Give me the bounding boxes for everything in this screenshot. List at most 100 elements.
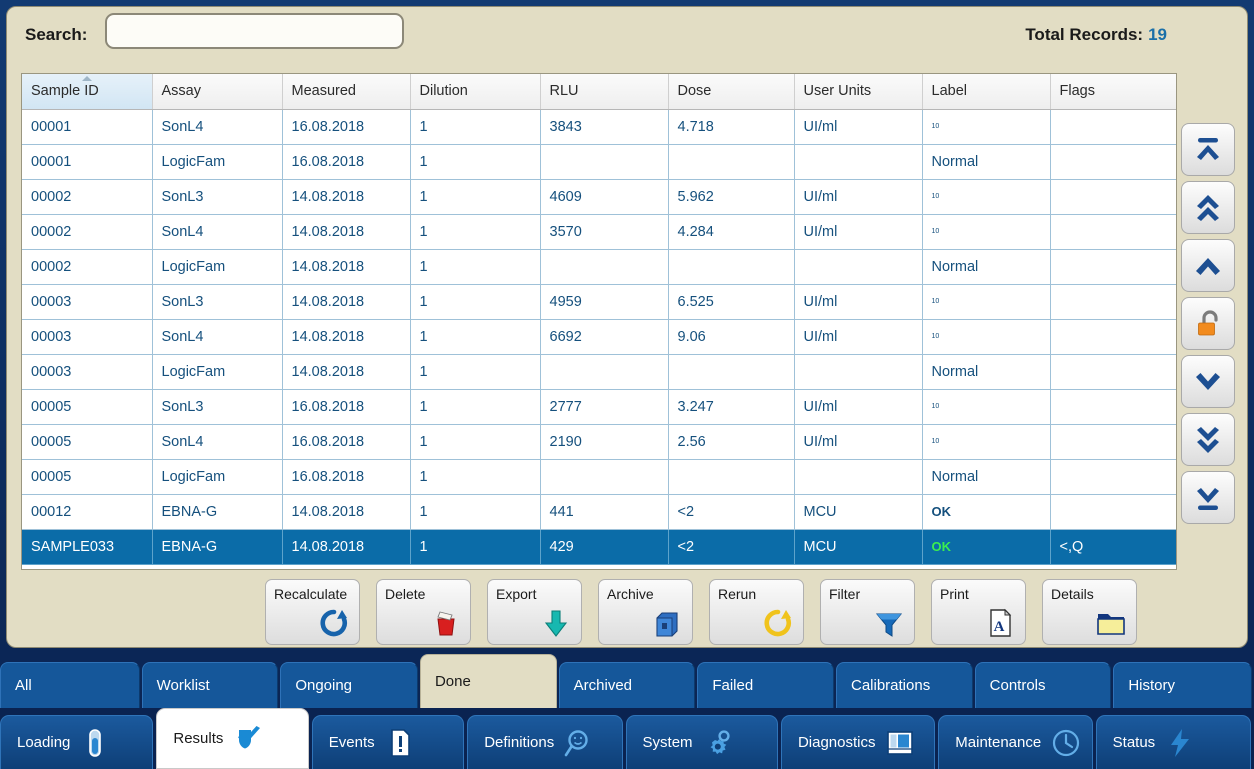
page-up-button[interactable] [1181, 181, 1235, 234]
cell-user-units: MCU [794, 494, 923, 530]
print-button[interactable]: Print A [931, 579, 1026, 645]
filter-tab-archived[interactable]: Archived [558, 662, 696, 708]
cell-sample-id: 00001 [22, 144, 153, 180]
details-button[interactable]: Details [1042, 579, 1137, 645]
cell-sample-id: 00002 [22, 179, 153, 215]
table-row[interactable]: 00001 LogicFam 16.08.2018 1 Normal [22, 144, 1176, 180]
cell-assay: LogicFam [152, 459, 283, 495]
cell-flags [1050, 179, 1176, 215]
column-header-label[interactable]: Label [922, 74, 1051, 110]
table-row[interactable]: 00002 SonL4 14.08.2018 1 3570 4.284 UI/ml 10 [22, 214, 1176, 250]
cell-user-units: UI/ml [794, 109, 923, 145]
main-tab-diagnostics[interactable]: Diagnostics [780, 715, 936, 769]
first-record-button[interactable] [1181, 123, 1235, 176]
rerun-button[interactable]: Rerun [709, 579, 804, 645]
filter-tab-calibrations[interactable]: Calibrations [835, 662, 973, 708]
column-header-dose[interactable]: Dose [668, 74, 795, 110]
cell-measured: 14.08.2018 [282, 319, 411, 355]
table-row[interactable]: 00001 SonL4 16.08.2018 1 3843 4.718 UI/ml 10 [22, 109, 1176, 145]
main-tab-definitions[interactable]: Definitions [467, 715, 623, 769]
column-header-dilution[interactable]: Dilution [410, 74, 541, 110]
column-header-label: Dilution [419, 83, 468, 100]
cell-flags [1050, 249, 1176, 285]
cell-measured: 14.08.2018 [282, 284, 411, 320]
last-record-button[interactable] [1181, 471, 1235, 524]
table-row[interactable]: SAMPLE033 EBNA-G 14.08.2018 1 429 <2 MCU OK <,Q [22, 529, 1176, 565]
cell-dilution: 1 [410, 529, 541, 565]
cell-measured: 16.08.2018 [282, 459, 411, 495]
cell-rlu: 3843 [540, 109, 669, 145]
unlock-button[interactable] [1181, 297, 1235, 350]
filter-tab-history[interactable]: History [1113, 662, 1252, 708]
delete-button[interactable]: Delete [376, 579, 471, 645]
table-row[interactable]: 00005 LogicFam 16.08.2018 1 Normal [22, 459, 1176, 495]
test-tube-icon [80, 728, 110, 758]
cell-assay: EBNA-G [152, 529, 283, 565]
action-button-label: Print [940, 586, 969, 602]
main-tab-events[interactable]: Events [311, 715, 465, 769]
column-header-sample-id[interactable]: Sample ID [22, 74, 153, 110]
previous-record-button[interactable] [1181, 239, 1235, 292]
table-row[interactable]: 00003 LogicFam 14.08.2018 1 Normal [22, 354, 1176, 390]
cell-dilution: 1 [410, 144, 541, 180]
main-navigation-tab-bar: Loading Results Events Definitions System Dia… [0, 708, 1254, 769]
yellow-folder-icon [1094, 606, 1128, 640]
table-row[interactable]: 00005 SonL3 16.08.2018 1 2777 3.247 UI/ml 10 [22, 389, 1176, 425]
export-button[interactable]: Export [487, 579, 582, 645]
table-row[interactable]: 00005 SonL4 16.08.2018 1 2190 2.56 UI/ml 10 [22, 424, 1176, 460]
main-tab-maintenance[interactable]: Maintenance [938, 715, 1093, 769]
filter-tab-ongoing[interactable]: Ongoing [280, 662, 418, 708]
column-header-user-units[interactable]: User Units [794, 74, 923, 110]
main-tab-results[interactable]: Results [156, 708, 309, 769]
cell-assay: LogicFam [152, 249, 283, 285]
cell-dilution: 1 [410, 459, 541, 495]
cell-user-units [794, 144, 923, 180]
filter-tab-all[interactable]: All [0, 662, 140, 708]
filter-tab-failed[interactable]: Failed [697, 662, 834, 708]
table-row[interactable]: 00003 SonL4 14.08.2018 1 6692 9.06 UI/ml 10 [22, 319, 1176, 355]
table-row[interactable]: 00003 SonL3 14.08.2018 1 4959 6.525 UI/ml 10 [22, 284, 1176, 320]
column-header-label: Label [931, 83, 967, 100]
column-header-assay[interactable]: Assay [152, 74, 283, 110]
results-table-container[interactable]: Sample ID Assay Measured Dilution RLU Dose Use… [21, 73, 1177, 570]
cell-assay: SonL3 [152, 389, 283, 425]
cell-assay: SonL4 [152, 319, 283, 355]
main-tab-status[interactable]: Status [1095, 715, 1251, 769]
archive-button[interactable]: Archive [598, 579, 693, 645]
cell-sample-id: 00002 [22, 249, 153, 285]
table-row[interactable]: 00012 EBNA-G 14.08.2018 1 441 <2 MCU OK [22, 494, 1176, 530]
page-down-button[interactable] [1181, 413, 1235, 466]
cell-rlu: 429 [540, 529, 669, 565]
cell-measured: 16.08.2018 [282, 424, 411, 460]
next-record-button[interactable] [1181, 355, 1235, 408]
search-input[interactable] [105, 13, 404, 49]
cell-label: 10 [922, 319, 1051, 355]
svg-text:A: A [994, 619, 1005, 635]
cell-dilution: 1 [410, 179, 541, 215]
filter-tab-bar: All Worklist Ongoing Done Archived Failed Cali… [0, 652, 1254, 708]
filter-tab-done[interactable]: Done [419, 654, 557, 708]
cell-dose [668, 354, 795, 390]
cell-rlu: 4959 [540, 284, 669, 320]
main-tab-system[interactable]: System [625, 715, 778, 769]
cell-sample-id: 00003 [22, 354, 153, 390]
filter-tab-worklist[interactable]: Worklist [141, 662, 279, 708]
sort-ascending-icon [81, 76, 92, 81]
cell-measured: 14.08.2018 [282, 494, 411, 530]
column-header-measured[interactable]: Measured [282, 74, 411, 110]
column-header-label: RLU [549, 83, 579, 100]
cell-assay: SonL3 [152, 179, 283, 215]
filter-button[interactable]: Filter [820, 579, 915, 645]
cell-sample-id: 00001 [22, 109, 153, 145]
filter-tab-controls[interactable]: Controls [974, 662, 1112, 708]
table-row[interactable]: 00002 LogicFam 14.08.2018 1 Normal [22, 249, 1176, 285]
cell-assay: SonL3 [152, 284, 283, 320]
cell-user-units [794, 249, 923, 285]
main-tab-loading[interactable]: Loading [0, 715, 154, 769]
recalculate-button[interactable]: Recalculate [265, 579, 360, 645]
lightning-bolt-icon [1165, 728, 1195, 758]
column-header-rlu[interactable]: RLU [540, 74, 669, 110]
column-header-flags[interactable]: Flags [1050, 74, 1176, 110]
table-row[interactable]: 00002 SonL3 14.08.2018 1 4609 5.962 UI/ml 10 [22, 179, 1176, 215]
total-records-label: Total Records: [1025, 25, 1144, 44]
